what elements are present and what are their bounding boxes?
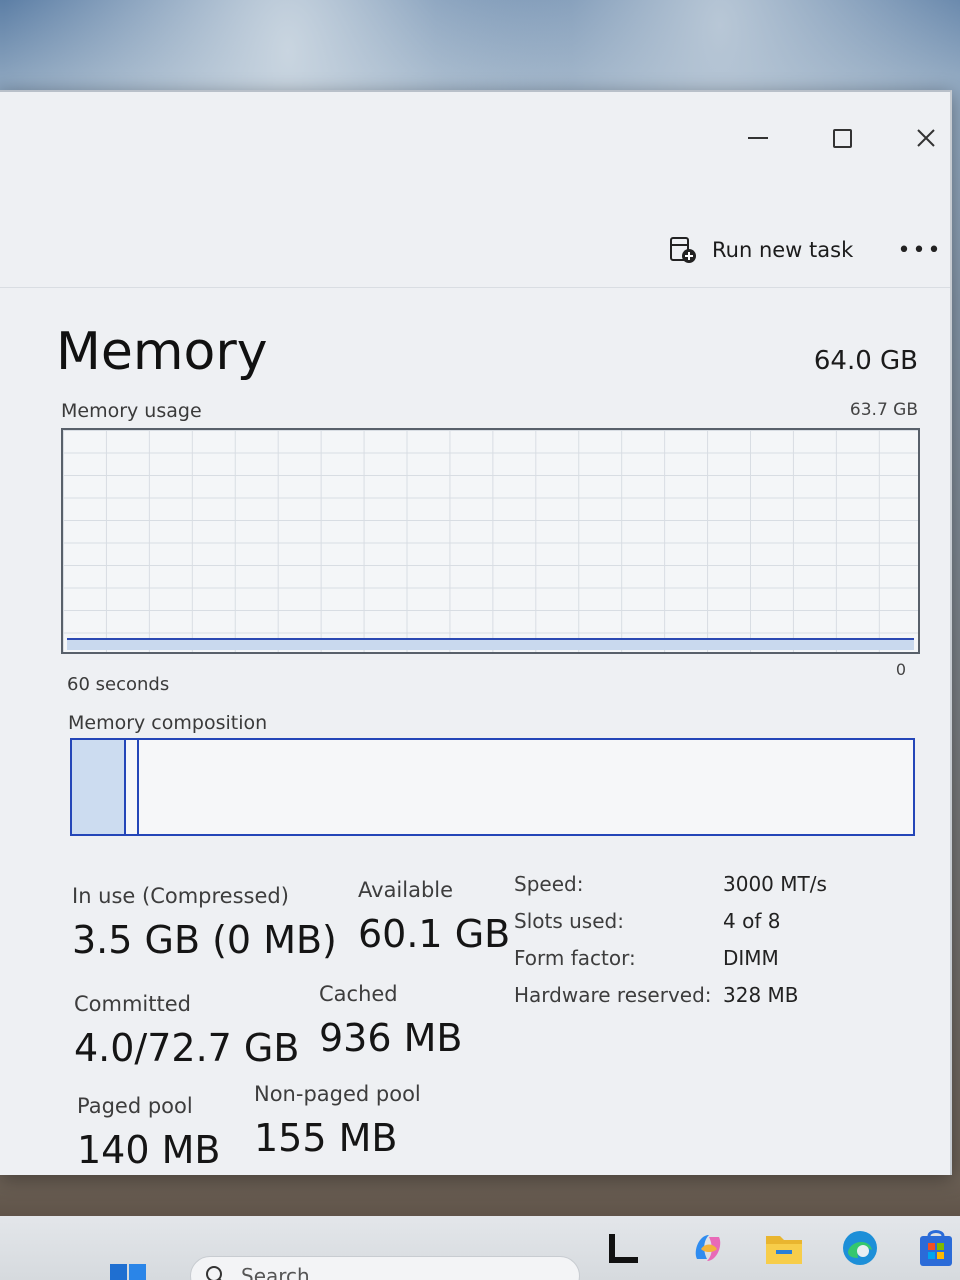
copilot-icon	[695, 1235, 721, 1261]
task-manager-window: Run new task ••• Memory 64.0 GB Memory u…	[0, 90, 952, 1175]
store-button[interactable]	[914, 1226, 958, 1270]
stat-in-use-value: 3.5 GB (0 MB)	[72, 918, 337, 962]
more-icon: •••	[897, 237, 943, 263]
run-new-task-button[interactable]: Run new task	[668, 232, 853, 268]
usage-graph-max: 63.7 GB	[849, 400, 918, 420]
spec-form-factor-value: DIMM	[723, 946, 779, 970]
spec-hw-reserved-label: Hardware reserved:	[514, 983, 712, 1007]
stat-in-use: In use (Compressed) 3.5 GB (0 MB)	[72, 884, 337, 962]
stat-cached-value: 936 MB	[319, 1016, 463, 1060]
task-view-button[interactable]	[602, 1226, 646, 1270]
more-options-button[interactable]: •••	[896, 232, 944, 268]
stat-available-value: 60.1 GB	[358, 912, 511, 956]
stat-committed-value: 4.0/72.7 GB	[74, 1026, 300, 1070]
minimize-icon	[748, 137, 768, 139]
taskbar-search-box[interactable]: Search	[190, 1256, 580, 1280]
close-button[interactable]	[896, 116, 956, 160]
hardware-specs: Speed: 3000 MT/s Slots used: 4 of 8 Form…	[514, 872, 844, 1007]
spec-speed-value: 3000 MT/s	[723, 872, 827, 896]
run-task-icon	[670, 237, 696, 263]
stat-non-paged-pool: Non-paged pool 155 MB	[254, 1082, 421, 1160]
stat-cached-label: Cached	[319, 982, 398, 1006]
stat-in-use-label: In use (Compressed)	[72, 884, 289, 908]
start-icon	[110, 1264, 146, 1280]
maximize-button[interactable]	[812, 116, 872, 160]
edge-icon	[843, 1231, 877, 1265]
total-capacity: 64.0 GB	[813, 346, 918, 376]
composition-in-use-segment	[72, 740, 126, 834]
close-icon	[917, 129, 935, 147]
stat-committed: Committed 4.0/72.7 GB	[74, 992, 299, 1070]
spec-slots-value: 4 of 8	[723, 909, 781, 933]
stat-non-paged-pool-label: Non-paged pool	[254, 1082, 421, 1106]
usage-graph-fill	[67, 638, 914, 650]
usage-graph-min: 0	[895, 660, 906, 679]
file-explorer-icon	[766, 1236, 802, 1264]
command-bar: Run new task •••	[0, 192, 950, 288]
stat-available-label: Available	[358, 878, 454, 902]
stat-committed-label: Committed	[74, 992, 191, 1016]
memory-page: Memory 64.0 GB Memory usage 63.7 GB 60 s…	[0, 288, 950, 1172]
memory-usage-graph	[61, 428, 920, 654]
spec-hw-reserved-value: 328 MB	[723, 983, 799, 1007]
page-title: Memory	[56, 322, 268, 382]
minimize-button[interactable]	[728, 116, 788, 160]
usage-graph-label: Memory usage	[61, 400, 202, 422]
stat-paged-pool: Paged pool 140 MB	[77, 1094, 220, 1172]
task-view-icon	[609, 1234, 638, 1263]
store-icon	[920, 1230, 952, 1266]
stat-available: Available 60.1 GB	[358, 878, 510, 956]
search-icon	[206, 1266, 222, 1280]
stat-non-paged-pool-value: 155 MB	[254, 1116, 398, 1160]
usage-graph-time-span: 60 seconds	[67, 674, 170, 695]
composition-label: Memory composition	[68, 712, 268, 734]
stat-paged-pool-value: 140 MB	[77, 1128, 221, 1172]
memory-composition-bar	[70, 738, 915, 836]
start-button[interactable]	[106, 1260, 150, 1280]
maximize-icon	[832, 128, 852, 148]
spec-speed-label: Speed:	[514, 872, 584, 896]
taskbar: Search	[0, 1216, 960, 1280]
spec-slots-label: Slots used:	[514, 909, 624, 933]
run-new-task-label: Run new task	[712, 238, 854, 262]
taskbar-search-placeholder: Search	[241, 1264, 310, 1280]
spec-form-factor-label: Form factor:	[514, 946, 636, 970]
stat-cached: Cached 936 MB	[319, 982, 462, 1060]
title-bar	[0, 92, 950, 192]
stat-paged-pool-label: Paged pool	[77, 1094, 193, 1118]
file-explorer-button[interactable]	[762, 1226, 806, 1270]
edge-button[interactable]	[838, 1226, 882, 1270]
copilot-button[interactable]	[686, 1226, 730, 1270]
composition-modified-segment	[126, 740, 139, 834]
